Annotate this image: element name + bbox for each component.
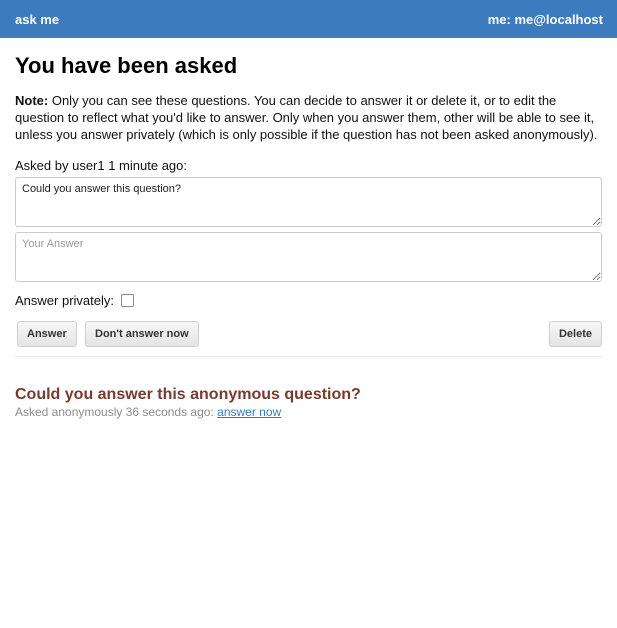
question-text-field[interactable]: Could you answer this question?	[15, 177, 602, 227]
divider	[15, 356, 602, 357]
answer-now-link[interactable]: answer now	[217, 405, 281, 419]
answer-privately-checkbox[interactable]	[120, 294, 134, 307]
delete-button[interactable]: Delete	[548, 321, 602, 347]
anonymous-question-asked-label: Asked anonymously 36 seconds ago:	[15, 405, 214, 419]
main-content: You have been asked Note: Only you can s…	[0, 52, 617, 420]
top-navbar: ask me me: me@localhost	[0, 0, 617, 38]
anonymous-question-title: Could you answer this anonymous question…	[15, 386, 361, 403]
answer-field[interactable]	[15, 232, 602, 282]
user-account-link[interactable]: me: me@localhost	[488, 12, 603, 27]
note-paragraph: Note: Only you can see these questions. …	[15, 92, 602, 143]
brand-link[interactable]: ask me	[15, 12, 59, 27]
note-text: Only you can see these questions. You ca…	[15, 93, 598, 142]
answer-button[interactable]: Answer	[17, 321, 77, 347]
action-buttons: Answer Don't answer now Delete	[15, 321, 602, 347]
dont-answer-now-button[interactable]: Don't answer now	[85, 321, 199, 347]
answer-privately-row: Answer privately:	[15, 292, 602, 309]
note-label: Note:	[15, 93, 49, 108]
asked-by-label: Asked by user1 1 minute ago:	[15, 158, 187, 173]
page-title: You have been asked	[15, 53, 238, 78]
anonymous-question-meta: Asked anonymously 36 seconds ago: answer…	[15, 405, 602, 420]
answer-privately-label: Answer privately:	[15, 293, 114, 308]
